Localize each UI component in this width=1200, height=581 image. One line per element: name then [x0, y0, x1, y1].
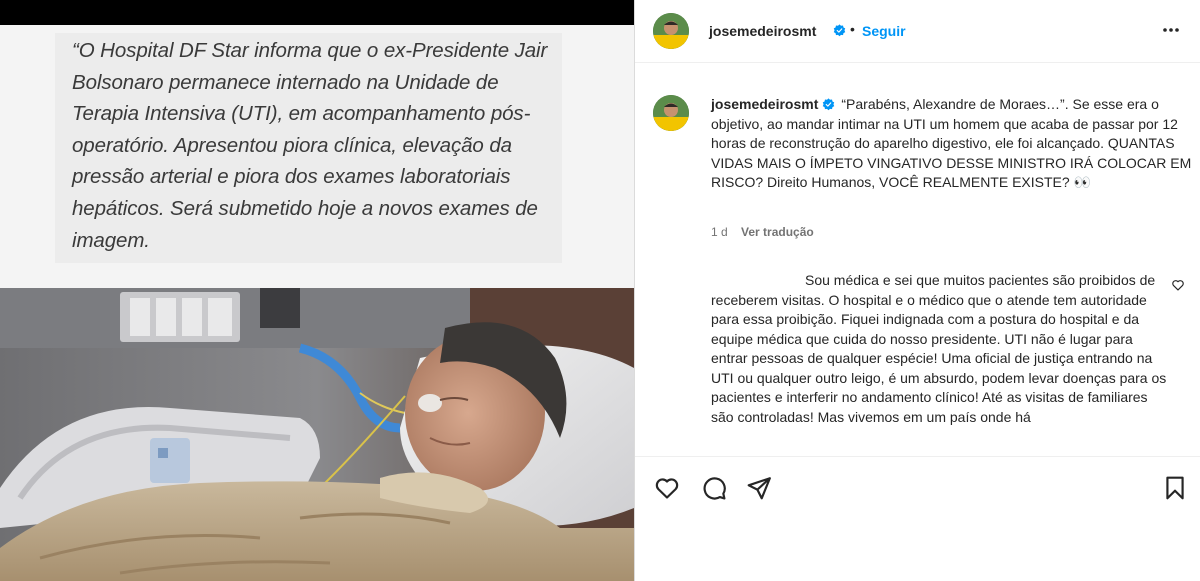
post-panel: josemedeirosmt • Seguir josemedeirosmt “P…: [634, 0, 1200, 581]
post-actions: [635, 456, 1200, 516]
caption-avatar[interactable]: [653, 95, 689, 131]
caption-meta: 1 d Ver tradução: [711, 225, 824, 239]
profile-photo: [653, 95, 689, 131]
profile-photo: [653, 13, 689, 49]
post-media[interactable]: “O Hospital DF Star informa que o ex-Pre…: [0, 0, 634, 581]
bookmark-icon[interactable]: [1162, 475, 1188, 501]
post-time: 1 d: [711, 225, 728, 239]
post-footer: [635, 516, 1200, 581]
post-header: josemedeirosmt • Seguir: [635, 0, 1200, 63]
follow-button[interactable]: Seguir: [862, 23, 906, 39]
comment-item: Sou médica e sei que muitos pacientes sã…: [711, 271, 1171, 427]
quote-area: “O Hospital DF Star informa que o ex-Pre…: [0, 25, 634, 288]
caption-username[interactable]: josemedeirosmt: [711, 96, 818, 112]
hospital-bed-photo: [0, 288, 634, 581]
comment-text: Sou médica e sei que muitos pacientes sã…: [711, 272, 1167, 425]
separator-dot: •: [850, 21, 855, 37]
heart-icon[interactable]: [654, 475, 680, 501]
comment-like-heart-icon[interactable]: [1171, 278, 1185, 292]
see-translation-link[interactable]: Ver tradução: [741, 225, 814, 239]
verified-badge-icon: [823, 98, 835, 111]
media-top-bar: [0, 0, 634, 25]
verified-badge-icon: [833, 24, 846, 37]
send-icon[interactable]: [746, 475, 772, 501]
hospital-statement-quote: “O Hospital DF Star informa que o ex-Pre…: [72, 39, 548, 252]
more-horizontal-icon[interactable]: [1159, 18, 1183, 42]
comment-icon[interactable]: [701, 475, 727, 501]
avatar[interactable]: [653, 13, 689, 49]
caption-body: josemedeirosmt “Parabéns, Alexandre de Mo…: [711, 95, 1199, 193]
header-username[interactable]: josemedeirosmt: [709, 23, 816, 39]
